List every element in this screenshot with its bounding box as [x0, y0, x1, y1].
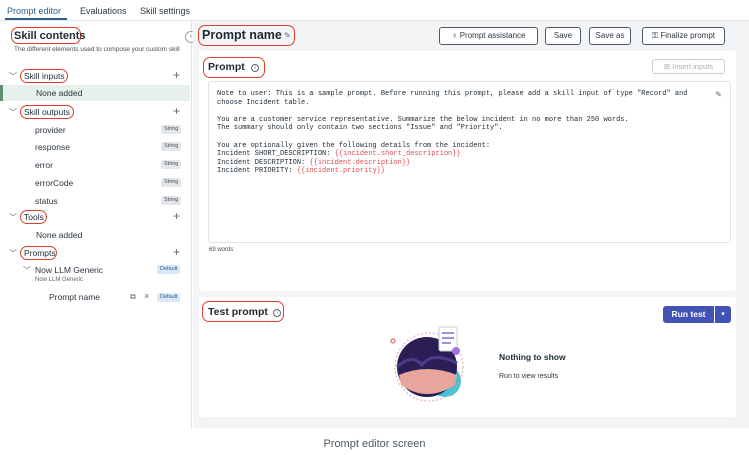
- variable-token: {{incident.description}}: [309, 158, 411, 167]
- empty-label: None added: [36, 88, 83, 98]
- chevron-down-icon: ﹀: [9, 249, 17, 258]
- section-label: Skill inputs: [24, 71, 65, 81]
- main-panel: Prompt name ✎ ♀ Prompt assistance Save S…: [193, 21, 749, 428]
- insert-icon: ⊞: [663, 62, 671, 71]
- prompt-card-title: Prompt: [208, 61, 245, 73]
- add-skill-input-icon[interactable]: +: [173, 68, 180, 82]
- save-as-button[interactable]: Save as: [589, 27, 631, 45]
- empty-state-subtitle: Run to view results: [499, 373, 559, 380]
- type-badge: String: [161, 178, 182, 187]
- info-icon[interactable]: i: [251, 64, 259, 72]
- output-label: provider: [35, 125, 66, 135]
- word-count: 69 words: [209, 247, 234, 253]
- prompt-item-label: Prompt name: [49, 292, 101, 302]
- section-label: Prompts: [24, 248, 56, 258]
- chevron-down-icon: ﹀: [9, 72, 17, 81]
- type-badge: String: [161, 142, 182, 151]
- top-tab-bar: Prompt editor Evaluations Skill settings: [0, 0, 749, 21]
- button-label: Finalize prompt: [660, 31, 715, 40]
- output-label: response: [35, 142, 70, 152]
- test-prompt-title: Test prompt: [208, 306, 268, 318]
- copy-icon[interactable]: ⧉: [130, 292, 136, 302]
- type-badge: String: [161, 196, 182, 205]
- output-item-errorcode[interactable]: errorCode String: [0, 175, 190, 191]
- add-prompt-icon[interactable]: +: [173, 245, 180, 259]
- variable-token: {{incident.short_description}}: [334, 150, 461, 159]
- type-badge: String: [161, 125, 182, 134]
- output-label: status: [35, 196, 58, 206]
- list-item: None added: [0, 227, 190, 243]
- section-prompts[interactable]: ﹀ Prompts +: [0, 245, 190, 261]
- type-badge: String: [161, 160, 182, 169]
- variable-token: {{incident.priority}}: [296, 167, 386, 176]
- section-tools[interactable]: ﹀ Tools +: [0, 209, 190, 225]
- output-item-provider[interactable]: provider String: [0, 122, 190, 138]
- sidebar-description: The different elements used to compose y…: [14, 46, 180, 53]
- prompt-group-label: Now LLM Generic: [35, 265, 104, 275]
- output-item-status[interactable]: status String: [0, 193, 190, 209]
- section-skill-inputs[interactable]: ﹀ Skill inputs +: [0, 68, 190, 84]
- default-badge: Default: [157, 293, 181, 302]
- edit-pencil-icon[interactable]: ✎: [715, 90, 722, 99]
- active-tab-indicator: [5, 18, 67, 20]
- output-item-response[interactable]: response String: [0, 139, 190, 155]
- info-icon[interactable]: i: [273, 309, 281, 317]
- list-item[interactable]: None added: [0, 85, 190, 101]
- close-icon[interactable]: ×: [144, 291, 149, 301]
- prompt-text: Note to user: This is a sample prompt. B…: [217, 90, 688, 176]
- prompt-text-editor[interactable]: Note to user: This is a sample prompt. B…: [208, 81, 731, 243]
- prompt-group-now-llm-generic[interactable]: ﹀ Now LLM Generic Now LLM Generic Defaul…: [0, 264, 190, 288]
- skill-contents-sidebar: Skill contents ‹ The different elements …: [0, 21, 197, 428]
- output-label: errorCode: [35, 178, 74, 188]
- button-label: Prompt assistance: [459, 31, 526, 40]
- tab-skill-settings[interactable]: Skill settings: [140, 6, 190, 16]
- empty-label: None added: [36, 230, 83, 240]
- default-badge: Default: [157, 265, 181, 274]
- screenshot-caption: Prompt editor screen: [323, 438, 426, 450]
- add-tool-icon[interactable]: +: [173, 209, 180, 223]
- empty-state-title: Nothing to show: [499, 352, 566, 362]
- button-label: Insert inputs: [672, 62, 714, 71]
- empty-state-illustration: [390, 326, 464, 402]
- lock-icon: ⚿: [651, 31, 659, 40]
- output-item-error[interactable]: error String: [0, 157, 190, 173]
- chevron-down-icon: ﹀: [9, 108, 17, 117]
- prompt-group-sublabel: Now LLM Generic: [35, 277, 84, 283]
- section-label: Tools: [24, 212, 44, 222]
- save-button[interactable]: Save: [545, 27, 581, 45]
- prompt-card: Prompt i ⊞ Insert inputs Note to user: T…: [199, 51, 736, 291]
- edit-pencil-icon[interactable]: ✎: [284, 31, 291, 40]
- prompt-assistance-button[interactable]: ♀ Prompt assistance: [439, 27, 538, 45]
- insert-inputs-button[interactable]: ⊞ Insert inputs: [652, 59, 725, 74]
- output-label: error: [35, 160, 53, 170]
- prompt-item-prompt-name[interactable]: Prompt name ⧉ × Default: [0, 291, 190, 305]
- prompt-name-title[interactable]: Prompt name: [202, 28, 282, 42]
- finalize-prompt-button[interactable]: ⚿ Finalize prompt: [642, 27, 725, 45]
- run-test-button[interactable]: Run test: [663, 306, 714, 323]
- chevron-down-icon: ﹀: [9, 213, 17, 222]
- chevron-down-icon: ﹀: [23, 266, 31, 275]
- chevron-down-icon[interactable]: ▾: [715, 306, 731, 323]
- test-prompt-card: Test prompt i Run test ▾ Nothing to show…: [199, 297, 736, 417]
- section-skill-outputs[interactable]: ﹀ Skill outputs +: [0, 104, 190, 120]
- tab-evaluations[interactable]: Evaluations: [80, 6, 127, 16]
- add-skill-output-icon[interactable]: +: [173, 104, 180, 118]
- sidebar-title: Skill contents: [14, 30, 86, 42]
- tab-prompt-editor[interactable]: Prompt editor: [7, 6, 61, 16]
- lightbulb-icon: ♀: [451, 31, 458, 40]
- section-label: Skill outputs: [24, 107, 70, 117]
